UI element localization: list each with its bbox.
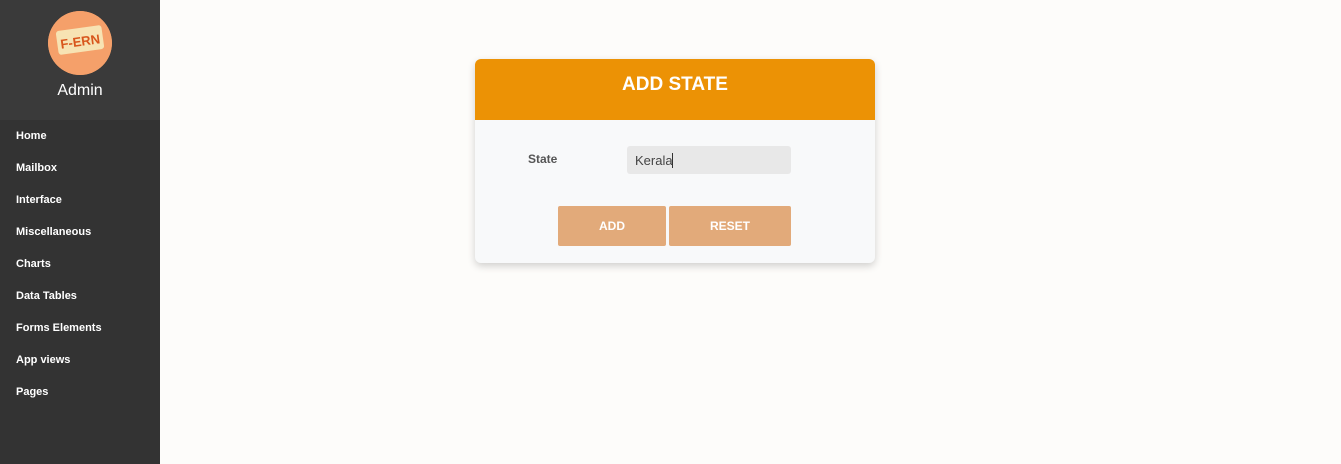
add-state-card: ADD STATE State ADD RESET bbox=[475, 59, 875, 263]
sidebar-item-interface[interactable]: Interface bbox=[0, 184, 160, 216]
admin-name: Admin bbox=[57, 82, 103, 99]
sidebar: F-ERN Admin Home Mailbox Interface Misce… bbox=[0, 0, 160, 464]
sidebar-nav: Home Mailbox Interface Miscellaneous Cha… bbox=[0, 120, 160, 408]
sidebar-header: F-ERN Admin bbox=[0, 0, 160, 120]
sidebar-item-mailbox[interactable]: Mailbox bbox=[0, 152, 160, 184]
sidebar-item-app-views[interactable]: App views bbox=[0, 344, 160, 376]
sidebar-item-pages[interactable]: Pages bbox=[0, 376, 160, 408]
card-header: ADD STATE bbox=[475, 59, 875, 120]
state-label: State bbox=[528, 152, 558, 166]
state-input[interactable] bbox=[627, 146, 791, 174]
reset-button[interactable]: RESET bbox=[669, 206, 791, 246]
sidebar-item-home[interactable]: Home bbox=[0, 120, 160, 152]
sidebar-item-miscellaneous[interactable]: Miscellaneous bbox=[0, 216, 160, 248]
sidebar-item-data-tables[interactable]: Data Tables bbox=[0, 280, 160, 312]
logo-icon: F-ERN bbox=[48, 11, 112, 75]
text-cursor bbox=[672, 153, 673, 168]
add-button[interactable]: ADD bbox=[558, 206, 666, 246]
card-title: ADD STATE bbox=[622, 74, 728, 95]
avatar[interactable]: F-ERN bbox=[48, 11, 112, 75]
sidebar-item-charts[interactable]: Charts bbox=[0, 248, 160, 280]
sidebar-item-forms-elements[interactable]: Forms Elements bbox=[0, 312, 160, 344]
